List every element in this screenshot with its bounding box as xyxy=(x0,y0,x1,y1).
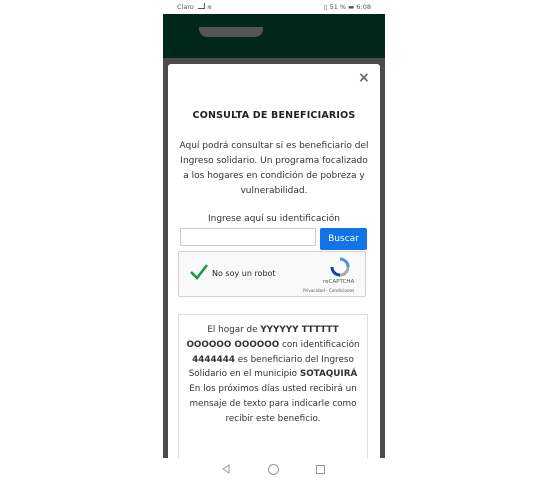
captcha-label: No soy un robot xyxy=(212,269,276,278)
result-box: El hogar de YYYYYY TTTTTT OOOOOO OOOOOO … xyxy=(178,314,368,474)
recent-apps-icon[interactable] xyxy=(316,465,325,474)
beneficiary-modal: × CONSULTA DE BENEFICIARIOS Aquí podrá c… xyxy=(168,64,380,474)
search-button[interactable]: Buscar xyxy=(320,228,367,250)
page-header-background xyxy=(163,14,385,58)
modal-description: Aquí podrá consultar si es beneficiario … xyxy=(179,141,369,196)
recaptcha-links[interactable]: Privacidad - Condiciones xyxy=(303,288,354,293)
identification-number: 4444444 xyxy=(192,354,236,365)
status-bar: Claro ≋ ▯ 51 % ▬ 6:08 xyxy=(163,0,385,14)
recaptcha-widget: No soy un robot reCAPTCHA Privacidad - C… xyxy=(178,251,366,297)
signal-icon xyxy=(197,3,205,9)
recaptcha-brand: reCAPTCHA xyxy=(323,279,355,285)
phone-screen: Claro ≋ ▯ 51 % ▬ 6:08 × CONSULTA DE BENE… xyxy=(163,0,385,482)
android-nav-bar xyxy=(163,458,385,482)
id-label: Ingrese aquí su identificación xyxy=(207,214,341,224)
result-text: El hogar de YYYYYY TTTTTT OOOOOO OOOOOO … xyxy=(186,325,360,424)
back-icon[interactable] xyxy=(221,464,231,474)
battery-icon: ▬ xyxy=(348,3,355,11)
vibrate-icon: ▯ xyxy=(323,3,328,11)
checkmark-icon[interactable] xyxy=(189,262,209,282)
header-element xyxy=(199,27,263,37)
wifi-icon: ≋ xyxy=(207,4,213,11)
clock: 6:08 xyxy=(356,3,371,11)
close-icon[interactable]: × xyxy=(358,70,370,86)
municipality-name: SOTAQUIRÁ xyxy=(299,369,358,380)
id-input[interactable] xyxy=(180,228,316,246)
modal-title: CONSULTA DE BENEFICIARIOS xyxy=(192,110,356,121)
carrier-name: Claro xyxy=(177,3,194,11)
battery-percent: 51 % xyxy=(329,3,347,11)
recaptcha-logo-icon xyxy=(330,257,350,277)
home-icon[interactable] xyxy=(268,464,279,475)
